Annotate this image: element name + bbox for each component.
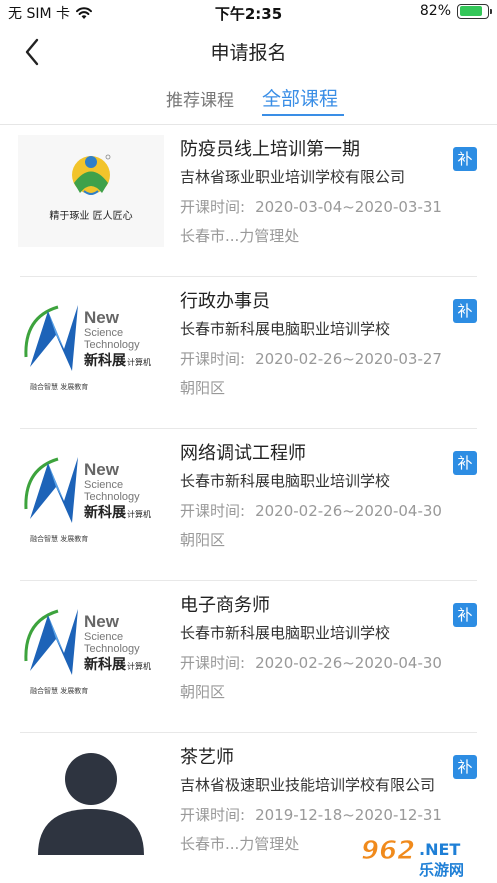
course-thumbnail: 精于琢业 匠人匠心: [18, 135, 164, 247]
logo-line: 融合智慧 发展教育: [30, 686, 88, 695]
status-right: 82%: [419, 3, 492, 19]
course-item[interactable]: New Science Technology 新科展 计算机 融合智慧 发展教育…: [0, 581, 497, 733]
battery-icon: [457, 3, 492, 19]
battery-percent: 82%: [419, 3, 451, 19]
course-location: 长春市...力管理处: [180, 227, 300, 245]
course-thumbnail: New Science Technology 新科展 计算机 融合智慧 发展教育: [18, 439, 164, 551]
tab-all-courses[interactable]: 全部课程: [262, 84, 338, 111]
status-bar: 无 SIM 卡 下午2:35 82%: [0, 0, 497, 26]
date-range: 2020-02-26~2020-04-30: [255, 654, 442, 672]
logo-line: New: [84, 308, 120, 327]
logo-line: New: [84, 460, 120, 479]
new-science-logo-icon: New Science Technology 新科展 计算机 融合智慧 发展教育: [24, 457, 151, 543]
course-location: 朝阳区: [180, 683, 226, 701]
school-name: 吉林省极速职业技能培训学校有限公司: [180, 776, 436, 794]
logo-line: 计算机: [127, 357, 151, 367]
tab-bar: 推荐课程 全部课程: [0, 78, 497, 124]
date-range: 2019-12-18~2020-12-31: [255, 806, 442, 824]
course-date: 开课时间: 2020-02-26~2020-04-30: [180, 500, 442, 521]
course-title: 网络调试工程师: [180, 443, 306, 464]
new-science-logo-icon: New Science Technology 新科展 计算机 融合智慧 发展教育: [24, 305, 151, 391]
watermark-site: 乐游网: [419, 861, 464, 879]
logo-line: Technology: [84, 491, 140, 503]
school-name: 长春市新科展电脑职业培训学校: [180, 320, 391, 338]
supplement-badge[interactable]: 补: [453, 299, 477, 323]
logo-line: Technology: [84, 339, 140, 351]
course-title: 茶艺师: [180, 747, 234, 768]
course-date: 开课时间: 2020-02-26~2020-03-27: [180, 348, 442, 369]
date-label: 开课时间:: [180, 806, 246, 824]
date-range: 2020-03-04~2020-03-31: [255, 198, 442, 216]
logo-line: 新科展: [84, 352, 126, 369]
course-list: 精于琢业 匠人匠心 防疫员线上培训第一期 吉林省琢业职业培训学校有限公司 开课时…: [0, 125, 497, 883]
course-date: 开课时间: 2020-02-26~2020-04-30: [180, 652, 442, 673]
course-item[interactable]: New Science Technology 新科展 计算机 融合智慧 发展教育…: [0, 277, 497, 429]
logo-line: 计算机: [127, 509, 151, 519]
tab-recommended[interactable]: 推荐课程: [166, 86, 234, 111]
course-date: 开课时间: 2019-12-18~2020-12-31: [180, 804, 442, 825]
school-name: 长春市新科展电脑职业培训学校: [180, 624, 391, 642]
logo-line: Science: [84, 479, 123, 491]
logo-line: 融合智慧 发展教育: [30, 534, 88, 543]
date-label: 开课时间:: [180, 502, 246, 520]
logo-line: 新科展: [84, 656, 126, 673]
logo-line: Technology: [84, 643, 140, 655]
course-title: 防疫员线上培训第一期: [180, 139, 360, 160]
nav-bar: 申请报名: [0, 26, 497, 76]
watermark-suffix: .NET: [419, 840, 460, 859]
date-label: 开课时间:: [180, 654, 246, 672]
supplement-badge[interactable]: 补: [453, 451, 477, 475]
course-thumbnail: [18, 743, 164, 855]
date-label: 开课时间:: [180, 350, 246, 368]
supplement-badge[interactable]: 补: [453, 755, 477, 779]
logo-slogan: 精于琢业 匠人匠心: [49, 209, 132, 222]
date-range: 2020-02-26~2020-03-27: [255, 350, 442, 368]
logo-line: Science: [84, 327, 123, 339]
supplement-badge[interactable]: 补: [453, 147, 477, 171]
page-title: 申请报名: [210, 42, 287, 64]
supplement-badge[interactable]: 补: [453, 603, 477, 627]
logo-line: New: [84, 612, 120, 631]
course-location: 朝阳区: [180, 379, 226, 397]
new-science-logo-icon: New Science Technology 新科展 计算机 融合智慧 发展教育: [24, 609, 151, 695]
watermark-number: 962: [361, 836, 415, 866]
logo-line: 新科展: [84, 504, 126, 521]
course-thumbnail: New Science Technology 新科展 计算机 融合智慧 发展教育: [18, 287, 164, 399]
course-location: 朝阳区: [180, 531, 226, 549]
course-date: 开课时间: 2020-03-04~2020-03-31: [180, 196, 442, 217]
avatar-placeholder-icon: [38, 753, 144, 855]
active-tab-indicator: [262, 114, 344, 116]
course-title: 电子商务师: [180, 595, 270, 616]
logo-line: 计算机: [127, 661, 151, 671]
school-name: 长春市新科展电脑职业培训学校: [180, 472, 391, 490]
battery-fill: [459, 6, 482, 16]
course-item[interactable]: 精于琢业 匠人匠心 防疫员线上培训第一期 吉林省琢业职业培训学校有限公司 开课时…: [0, 125, 497, 277]
zhuoye-logo-icon: 精于琢业 匠人匠心: [49, 154, 133, 222]
logo-line: Science: [84, 631, 123, 643]
course-location: 长春市...力管理处: [180, 835, 300, 853]
date-range: 2020-02-26~2020-04-30: [255, 502, 442, 520]
course-thumbnail: New Science Technology 新科展 计算机 融合智慧 发展教育: [18, 591, 164, 703]
date-label: 开课时间:: [180, 198, 246, 216]
course-title: 行政办事员: [180, 291, 270, 312]
course-item[interactable]: New Science Technology 新科展 计算机 融合智慧 发展教育…: [0, 429, 497, 581]
logo-line: 融合智慧 发展教育: [30, 382, 88, 391]
site-watermark-icon: 962 .NET 乐游网: [361, 836, 465, 880]
school-name: 吉林省琢业职业培训学校有限公司: [180, 168, 406, 186]
